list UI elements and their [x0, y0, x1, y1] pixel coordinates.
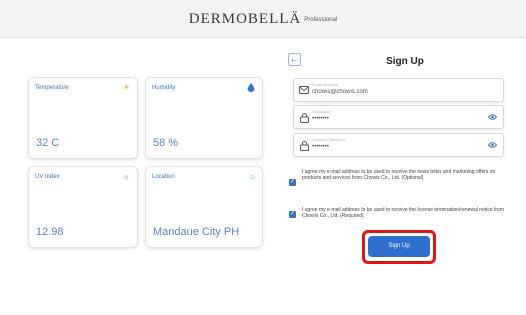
brand-subtitle: Professional [304, 17, 338, 23]
page-title: Sign Up [386, 56, 424, 67]
checkmark-icon: ✓ [289, 211, 296, 217]
confirm-password-input[interactable]: •••••••• [312, 144, 472, 150]
sun-icon: ☀ [122, 83, 130, 92]
brand-logo: DERMOBELLÄ Professional [0, 10, 526, 28]
email-input[interactable] [312, 89, 472, 95]
email-field[interactable]: Email Address [293, 78, 504, 102]
location-card: Location ⌂ Mandaue City PH [145, 166, 263, 248]
consent-optional-text: I agree my e-mail address to be used to … [302, 169, 496, 181]
consent-required-checkbox[interactable]: ✓ [289, 211, 296, 218]
app-header: DERMOBELLÄ Professional [0, 0, 526, 38]
card-title: Temperature [35, 85, 69, 91]
lock-icon [299, 113, 309, 123]
card-title: Location [152, 174, 175, 180]
checkmark-icon: ✓ [289, 179, 296, 185]
password-field[interactable]: Password •••••••• [293, 105, 504, 129]
back-button[interactable]: ← [288, 53, 301, 66]
eye-icon[interactable] [487, 142, 498, 151]
brand-name: DERMOBELLÄ [188, 11, 302, 27]
uv-index-card: UV Index ☼ 12.98 [28, 166, 138, 248]
password-label: Password [312, 109, 330, 114]
mail-icon [299, 86, 309, 96]
consent-optional-checkbox[interactable]: ✓ [289, 179, 296, 186]
consent-required-text: I agree my e-mail address to be used to … [302, 207, 505, 219]
card-title: UV Index [35, 174, 60, 180]
location-icon: ⌂ [250, 172, 255, 181]
arrow-left-icon: ← [289, 54, 300, 65]
lock-icon [299, 141, 309, 151]
eye-icon[interactable] [487, 114, 498, 123]
card-title: Humidity [152, 85, 176, 91]
password-input[interactable]: •••••••• [312, 116, 472, 122]
card-value: 58 % [153, 137, 179, 149]
confirm-password-field[interactable]: Confirm Password •••••••• [293, 133, 504, 157]
email-label: Email Address [312, 82, 338, 87]
uv-icon: ☼ [122, 172, 130, 181]
card-value: 12.98 [36, 226, 64, 238]
sign-up-button[interactable]: Sign Up [368, 236, 430, 257]
card-value: Mandaue City PH [153, 226, 240, 238]
confirm-password-label: Confirm Password [312, 137, 345, 142]
humidity-card: Humidity 58 % [145, 77, 263, 159]
temperature-card: Temperature ☀ 32 C [28, 77, 138, 159]
water-drop-icon [247, 83, 255, 94]
card-value: 32 C [36, 137, 60, 149]
